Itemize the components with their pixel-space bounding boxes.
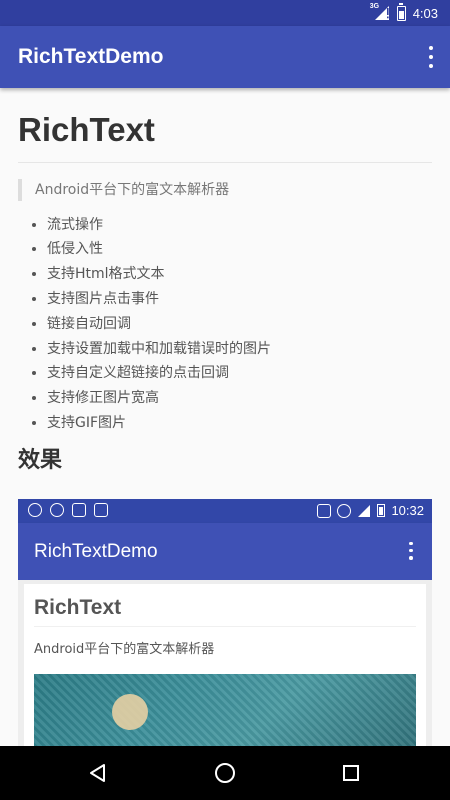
sync-icon — [50, 502, 64, 517]
feature-item: 低侵入性 — [47, 237, 432, 262]
description-quote: Android平台下的富文本解析器 — [18, 178, 432, 201]
status-time: 4:03 — [412, 5, 438, 21]
screenshot-status-bar: 10:32 — [18, 498, 432, 523]
page-heading: RichText — [18, 110, 432, 163]
recents-square-icon[interactable] — [321, 746, 381, 800]
feature-item: 支持图片点击事件 — [47, 287, 432, 312]
rich-text-content[interactable]: RichText Android平台下的富文本解析器 流式操作 低侵入性 支持H… — [18, 88, 432, 746]
demo-screenshot-image[interactable]: 10:32 RichTextDemo RichText Android平台下的富… — [18, 498, 432, 746]
screenshot-app-title: RichTextDemo — [34, 540, 158, 562]
alarm-icon — [28, 502, 42, 517]
status-icons: 3G 4:03 — [369, 0, 438, 26]
section-title: 效果 — [18, 447, 63, 473]
app-bar: RichTextDemo — [0, 26, 450, 88]
screenshot-app-bar: RichTextDemo — [18, 522, 432, 580]
feature-item: 支持修正图片宽高 — [47, 386, 432, 411]
vibrate-icon — [317, 503, 332, 518]
screenshot-card: RichText Android平台下的富文本解析器 — [24, 583, 426, 746]
more-vert-icon — [408, 541, 414, 560]
feature-item: 支持设置加载中和加载错误时的图片 — [47, 337, 432, 362]
screenshot-heading: RichText — [34, 595, 122, 619]
status-bar: 3G 4:03 — [0, 0, 450, 26]
feature-list: 流式操作 低侵入性 支持Html格式文本 支持图片点击事件 链接自动回调 支持设… — [18, 213, 432, 436]
android-icon — [94, 502, 108, 517]
battery-icon — [377, 504, 386, 518]
feature-item: 支持GIF图片 — [47, 411, 432, 436]
battery-icon — [396, 2, 406, 21]
network-type-label: 3G — [369, 3, 380, 10]
feature-item: 支持Html格式文本 — [47, 262, 432, 287]
more-vert-icon[interactable] — [426, 46, 436, 68]
screenshot-subtitle: Android平台下的富文本解析器 — [34, 641, 215, 657]
feature-item: 流式操作 — [47, 213, 432, 238]
home-circle-icon[interactable] — [195, 746, 255, 800]
back-triangle-icon[interactable] — [68, 746, 128, 800]
alarm-icon — [337, 503, 352, 518]
signal-icon: 3G — [369, 3, 390, 21]
shield-icon — [72, 502, 86, 517]
feature-item: 支持自定义超链接的点击回调 — [47, 361, 432, 386]
screenshot-body: RichText Android平台下的富文本解析器 — [18, 579, 432, 746]
screenshot-time: 10:32 — [391, 503, 424, 519]
feature-item: 链接自动回调 — [47, 312, 432, 337]
screenshot-picture — [34, 673, 416, 746]
signal-icon — [358, 504, 371, 517]
navigation-bar — [0, 746, 450, 800]
app-title: RichTextDemo — [18, 45, 164, 68]
divider — [34, 625, 416, 627]
